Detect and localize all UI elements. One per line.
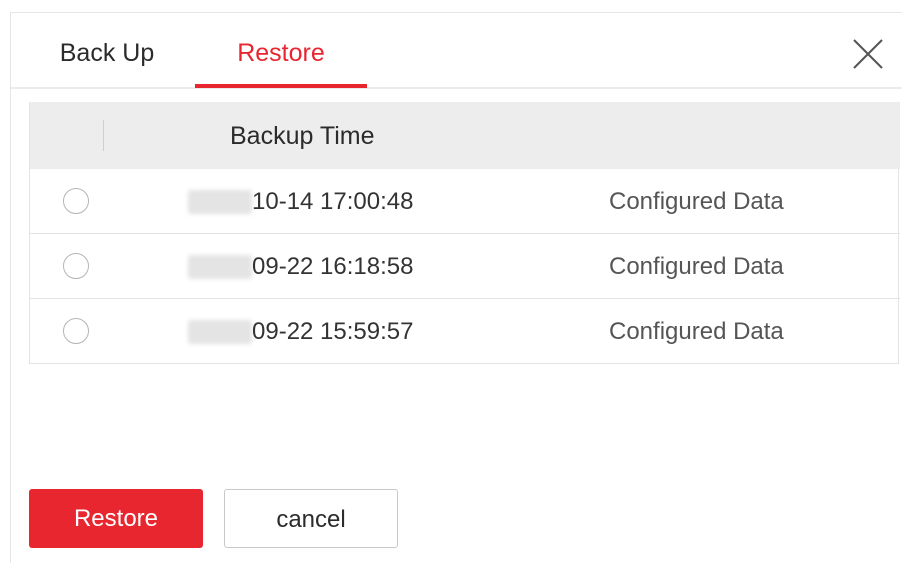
column-divider bbox=[103, 120, 104, 151]
redacted-year bbox=[188, 320, 252, 344]
tab-back-up[interactable]: Back Up bbox=[57, 13, 157, 89]
data-type: Configured Data bbox=[609, 188, 784, 215]
row-radio[interactable] bbox=[63, 188, 89, 214]
table-row[interactable]: 09-22 15:59:57 Configured Data bbox=[30, 299, 900, 364]
row-radio[interactable] bbox=[63, 253, 89, 279]
column-header-backup-time: Backup Time bbox=[230, 122, 375, 150]
cancel-button[interactable]: cancel bbox=[224, 489, 398, 548]
close-icon bbox=[853, 39, 883, 69]
backup-table: Backup Time 10-14 17:00:48 Configured Da… bbox=[29, 102, 900, 364]
redacted-year bbox=[188, 255, 252, 279]
active-tab-indicator bbox=[195, 84, 367, 88]
backup-time: 09-22 15:59:57 bbox=[252, 318, 414, 345]
restore-button[interactable]: Restore bbox=[29, 489, 203, 548]
row-radio[interactable] bbox=[63, 318, 89, 344]
data-type: Configured Data bbox=[609, 318, 784, 345]
restore-dialog: Back Up Restore Backup Time 10-14 17:00:… bbox=[10, 12, 902, 563]
tab-bar: Back Up Restore bbox=[11, 13, 902, 89]
close-button[interactable] bbox=[849, 35, 887, 73]
backup-time: 10-14 17:00:48 bbox=[252, 188, 414, 215]
table-row[interactable]: 10-14 17:00:48 Configured Data bbox=[30, 169, 900, 234]
tab-restore[interactable]: Restore bbox=[196, 13, 366, 89]
redacted-year bbox=[188, 190, 252, 214]
data-type: Configured Data bbox=[609, 253, 784, 280]
table-header: Backup Time bbox=[30, 102, 900, 169]
backup-time: 09-22 16:18:58 bbox=[252, 253, 414, 280]
table-row[interactable]: 09-22 16:18:58 Configured Data bbox=[30, 234, 900, 299]
